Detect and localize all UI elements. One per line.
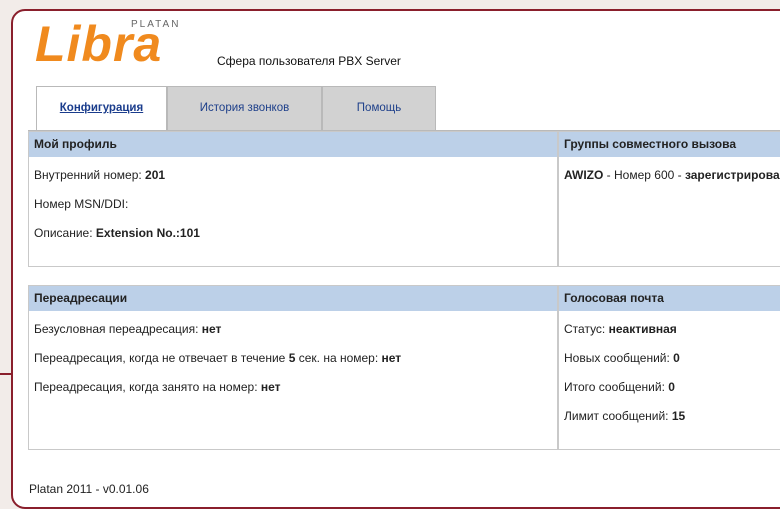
groups-header: Группы совместного вызова — [559, 132, 780, 157]
group-item: AWIZO - Номер 600 - зарегистрирован — [564, 168, 780, 182]
voicemail-header: Голосовая почта — [559, 286, 780, 311]
status-value: неактивная — [608, 322, 677, 336]
new-messages-row: Новых сообщений: 0 — [564, 351, 680, 365]
noanswer-value: нет — [381, 351, 402, 365]
app-window: Libra PLATAN Сфера пользователя PBX Serv… — [11, 9, 780, 509]
total-messages-value: 0 — [668, 380, 675, 394]
group-name: AWIZO — [564, 168, 604, 182]
busy-value: нет — [260, 380, 281, 394]
profile-panel: Мой профиль Внутренний номер: 201 Номер … — [28, 131, 558, 267]
total-messages-label: Итого сообщений: — [564, 380, 669, 394]
unconditional-row: Безусловная переадресация: нет — [34, 322, 221, 336]
noanswer-label-1: Переадресация, когда не отвечает в течен… — [34, 351, 289, 365]
groups-panel: Группы совместного вызова AWIZO - Номер … — [558, 131, 780, 267]
busy-label: Переадресация, когда занято на номер: — [34, 380, 261, 394]
footer-version: Platan 2011 - v0.01.06 — [29, 482, 149, 496]
extension-row: Внутренний номер: 201 — [34, 168, 165, 182]
noanswer-row: Переадресация, когда не отвечает в течен… — [34, 351, 401, 365]
page-subtitle: Сфера пользователя PBX Server — [217, 54, 401, 68]
total-messages-row: Итого сообщений: 0 — [564, 380, 675, 394]
busy-row: Переадресация, когда занято на номер: не… — [34, 380, 281, 394]
extension-value: 201 — [145, 168, 166, 182]
msn-label: Номер MSN/DDI: — [34, 197, 129, 211]
msn-row: Номер MSN/DDI: — [34, 197, 128, 211]
noanswer-label-2: сек. на номер: — [295, 351, 382, 365]
tab-help[interactable]: Помощь — [322, 86, 436, 130]
tab-call-history[interactable]: История звонков — [167, 86, 322, 130]
extension-label: Внутренний номер: — [34, 168, 146, 182]
voicemail-status-row: Статус: неактивная — [564, 322, 677, 336]
new-messages-label: Новых сообщений: — [564, 351, 674, 365]
description-label: Описание: — [34, 226, 96, 240]
group-status: зарегистрирован — [684, 168, 780, 182]
voicemail-panel: Голосовая почта Статус: неактивная Новых… — [558, 285, 780, 450]
unconditional-label: Безусловная переадресация: — [34, 322, 202, 336]
description-row: Описание: Extension No.:101 — [34, 226, 200, 240]
message-limit-label: Лимит сообщений: — [564, 409, 672, 423]
tab-configuration[interactable]: Конфигурация — [36, 86, 167, 132]
forwarding-header: Переадресации — [29, 286, 557, 311]
status-label: Статус: — [564, 322, 609, 336]
message-limit-value: 15 — [671, 409, 686, 423]
unconditional-value: нет — [201, 322, 222, 336]
new-messages-value: 0 — [673, 351, 680, 365]
message-limit-row: Лимит сообщений: 15 — [564, 409, 685, 423]
group-number: - Номер 600 - — [603, 168, 685, 182]
profile-header: Мой профиль — [29, 132, 557, 157]
logo-platan: PLATAN — [131, 19, 181, 30]
forwarding-panel: Переадресации Безусловная переадресация:… — [28, 285, 558, 450]
description-value: Extension No.:101 — [95, 226, 200, 240]
